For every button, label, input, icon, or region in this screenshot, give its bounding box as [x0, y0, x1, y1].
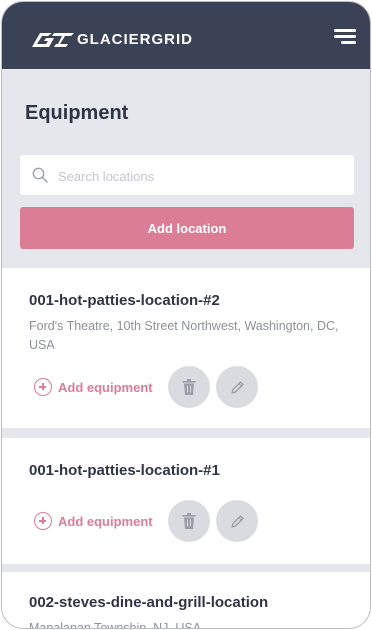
- location-name[interactable]: 001-hot-patties-location-#1: [29, 462, 220, 479]
- location-name[interactable]: 002-steves-dine-and-grill-location: [29, 594, 268, 611]
- add-location-label: Add location: [147, 220, 227, 236]
- top-navigation-bar: GLACIERGRID: [2, 2, 370, 69]
- search-box[interactable]: [20, 155, 354, 197]
- brand-logo[interactable]: GLACIERGRID: [32, 31, 193, 48]
- location-card: 001-hot-patties-location-#2 Ford's Theat…: [2, 268, 370, 428]
- delete-location-button[interactable]: [168, 366, 210, 408]
- page-header: Equipment Add location: [2, 69, 370, 265]
- add-equipment-label: Add equipment: [58, 513, 153, 529]
- pencil-icon: [230, 380, 244, 394]
- location-name[interactable]: 001-hot-patties-location-#2: [29, 292, 220, 309]
- add-equipment-label: Add equipment: [58, 379, 153, 395]
- location-card: 001-hot-patties-location-#1 Add equipmen…: [2, 438, 370, 564]
- plus-circle-icon: [34, 378, 52, 396]
- location-address: Manalapan Township, NJ, USA: [29, 621, 202, 629]
- pencil-icon: [230, 514, 244, 528]
- location-address: Ford's Theatre, 10th Street Northwest, W…: [29, 319, 339, 352]
- location-card: 002-steves-dine-and-grill-location Manal…: [2, 572, 370, 629]
- search-icon: [32, 167, 48, 183]
- trash-icon: [182, 513, 196, 529]
- add-equipment-button[interactable]: Add equipment: [34, 512, 153, 530]
- brand-name: GLACIERGRID: [77, 31, 193, 48]
- glaciergrid-logo-icon: [32, 32, 74, 47]
- edit-location-button[interactable]: [216, 366, 258, 408]
- add-equipment-button[interactable]: Add equipment: [34, 378, 153, 396]
- edit-location-button[interactable]: [216, 500, 258, 542]
- delete-location-button[interactable]: [168, 500, 210, 542]
- trash-icon: [182, 379, 196, 395]
- add-location-button[interactable]: Add location: [20, 207, 354, 249]
- search-input[interactable]: [56, 155, 350, 197]
- phone-frame: GLACIERGRID Equipment Add location 001-h…: [1, 1, 371, 629]
- plus-circle-icon: [34, 512, 52, 530]
- page-title: Equipment: [25, 102, 129, 124]
- hamburger-menu-icon[interactable]: [334, 29, 356, 45]
